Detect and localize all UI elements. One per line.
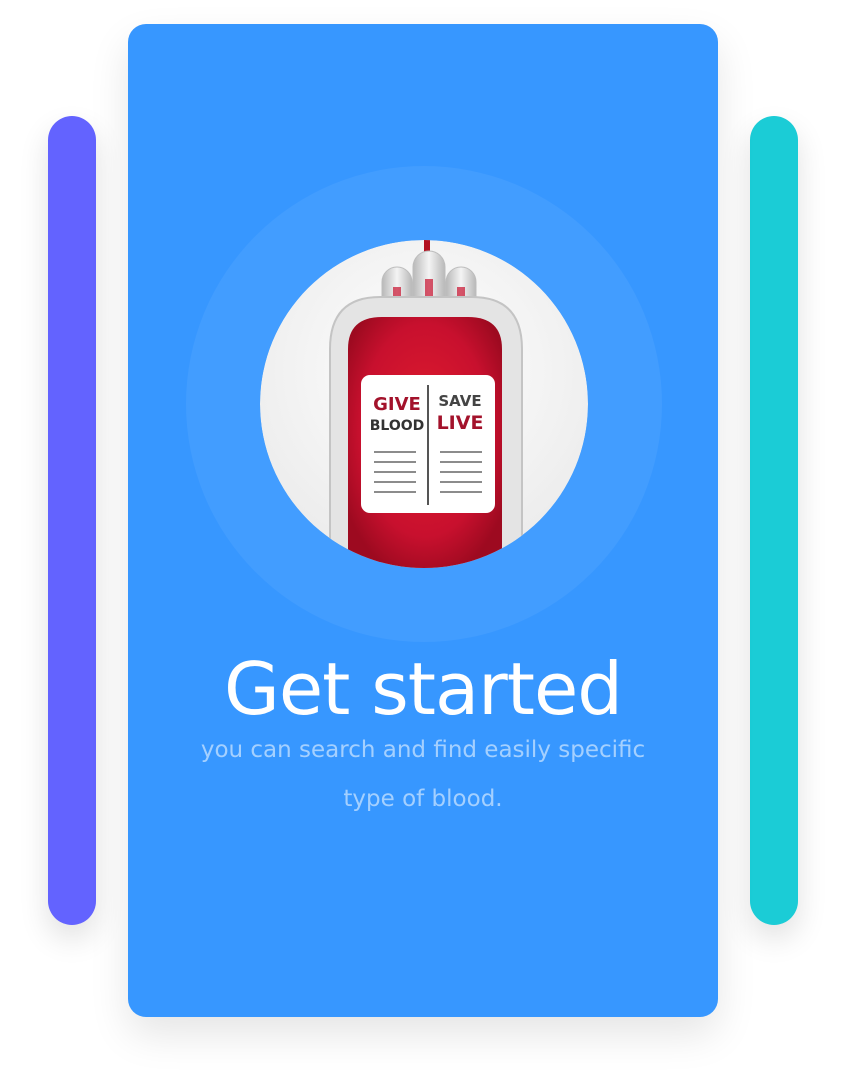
next-card[interactable] [750, 116, 798, 925]
blood-bag-icon: GIVE BLOOD SAVE LIVE [260, 240, 588, 568]
label-blood: BLOOD [370, 418, 425, 434]
onboarding-screen: GIVE BLOOD SAVE LIVE Get started you can… [0, 0, 846, 1090]
onboarding-card[interactable]: GIVE BLOOD SAVE LIVE Get started you can… [128, 24, 718, 1017]
label-live: LIVE [437, 412, 484, 434]
page-title: Get started [224, 647, 623, 731]
page-subtitle: you can search and find easily specific … [200, 737, 646, 812]
illustration: GIVE BLOOD SAVE LIVE [260, 239, 588, 569]
label-give: GIVE [373, 394, 421, 415]
previous-card[interactable] [48, 116, 96, 925]
label-save: SAVE [438, 392, 481, 410]
